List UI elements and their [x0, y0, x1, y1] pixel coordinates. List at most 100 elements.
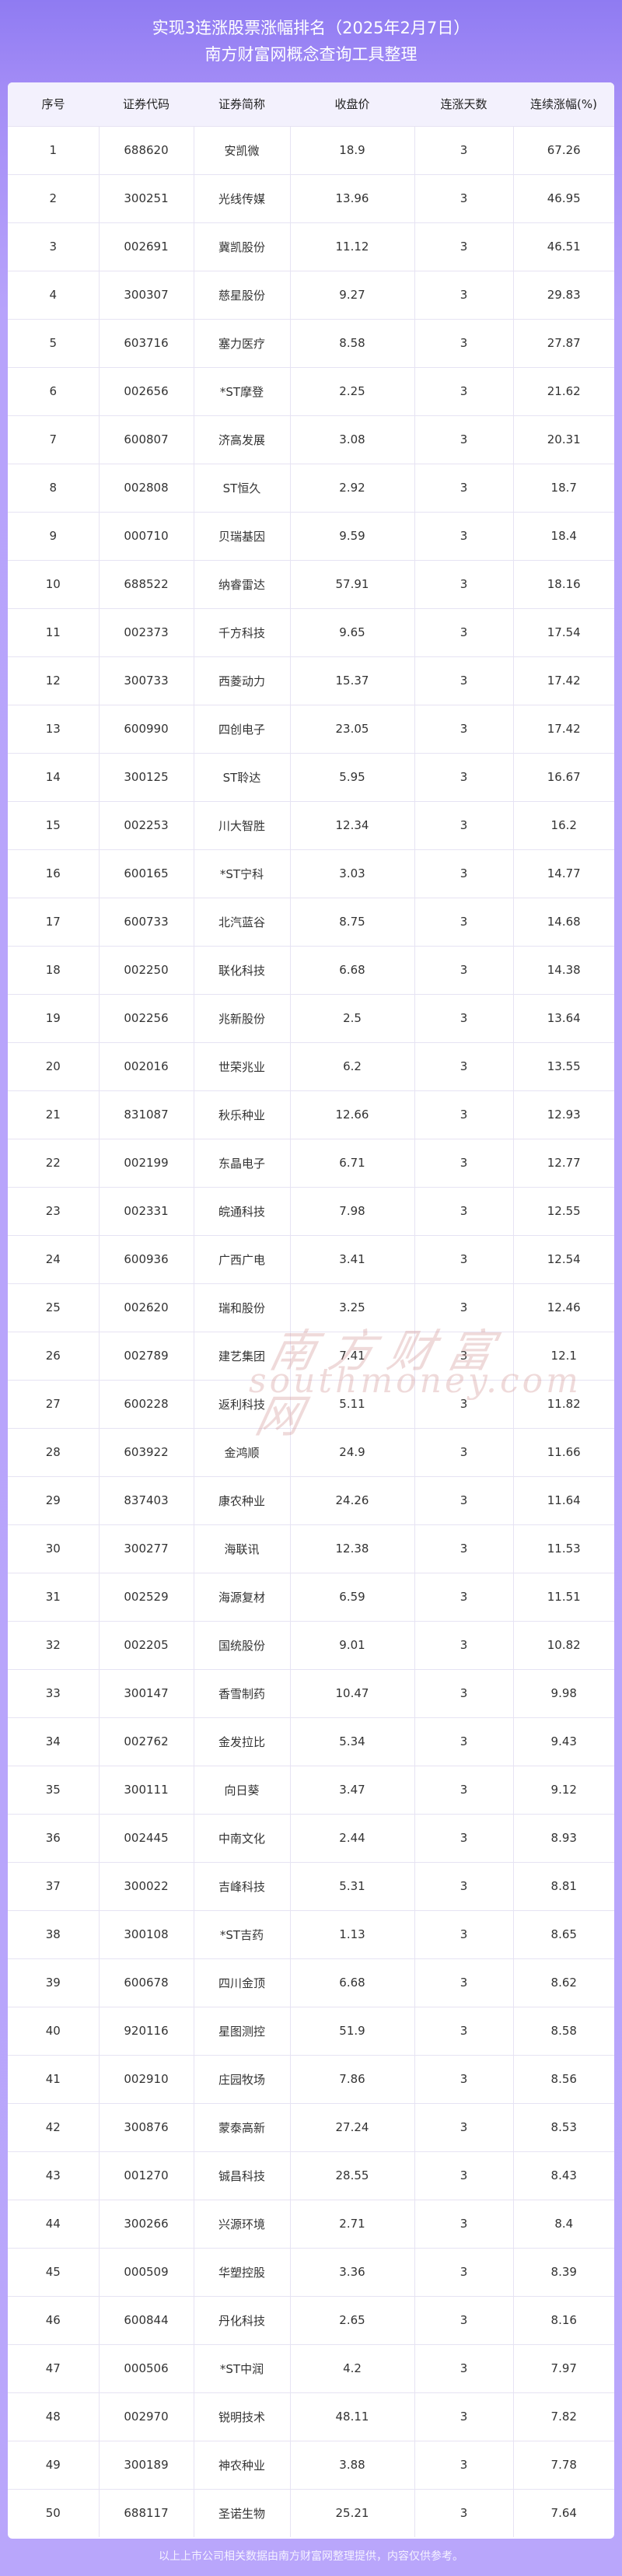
cell-total-gain: 12.54 [512, 1234, 614, 1283]
cell-total-gain: 14.77 [512, 849, 614, 898]
cell-total-gain: 7.64 [512, 2488, 614, 2537]
cell-rise-days: 3 [414, 1668, 513, 1717]
table-row: 12 300733 西菱动力 15.37 3 17.42 [8, 656, 614, 705]
table-row: 5 603716 塞力医疗 8.58 3 27.87 [8, 318, 614, 367]
cell-rise-days: 3 [414, 704, 513, 753]
cell-rise-days: 3 [414, 2151, 513, 2200]
cell-rank: 2 [8, 173, 99, 222]
cell-rank: 40 [8, 2006, 99, 2055]
cell-name: 四创电子 [193, 704, 290, 753]
cell-close-price: 12.66 [289, 1090, 414, 1139]
cell-rise-days: 3 [414, 1331, 513, 1380]
cell-name: 西菱动力 [193, 656, 290, 705]
cell-close-price: 6.71 [289, 1138, 414, 1187]
cell-name: 兴源环境 [193, 2199, 290, 2248]
cell-code: 002656 [98, 366, 194, 415]
cell-rise-days: 3 [414, 2440, 513, 2489]
cell-code: 600936 [98, 1234, 194, 1283]
table-row: 30 300277 海联讯 12.38 3 11.53 [8, 1524, 614, 1573]
cell-rank: 9 [8, 511, 99, 560]
cell-code: 300147 [98, 1668, 194, 1717]
cell-name: ST聆达 [193, 752, 290, 801]
cell-total-gain: 12.93 [512, 1090, 614, 1139]
cell-total-gain: 8.4 [512, 2199, 614, 2248]
cell-total-gain: 8.65 [512, 1909, 614, 1958]
cell-close-price: 12.38 [289, 1524, 414, 1573]
cell-rank: 20 [8, 1041, 99, 1090]
cell-name: 返利科技 [193, 1379, 290, 1428]
column-header-rank: 序号 [41, 97, 65, 112]
page-title: 实现3连涨股票涨幅排名（2025年2月7日） [152, 19, 470, 37]
cell-total-gain: 9.12 [512, 1765, 614, 1814]
cell-close-price: 7.86 [289, 2054, 414, 2103]
cell-close-price: 6.59 [289, 1572, 414, 1621]
cell-name: 香雪制药 [193, 1668, 290, 1717]
cell-total-gain: 8.62 [512, 1958, 614, 2007]
cell-total-gain: 17.54 [512, 607, 614, 656]
cell-code: 001270 [98, 2151, 194, 2200]
cell-rank: 11 [8, 607, 99, 656]
table-row: 39 600678 四川金顶 6.68 3 8.62 [8, 1958, 614, 2007]
cell-code: 002691 [98, 222, 194, 271]
column-header-code: 证券代码 [122, 97, 169, 112]
table-row: 4 300307 慈星股份 9.27 3 29.83 [8, 270, 614, 319]
cell-code: 000509 [98, 2247, 194, 2296]
table-row: 36 002445 中南文化 2.44 3 8.93 [8, 1813, 614, 1862]
cell-code: 600165 [98, 849, 194, 898]
cell-total-gain: 27.87 [512, 318, 614, 367]
cell-code: 688522 [98, 559, 194, 608]
cell-rank: 35 [8, 1765, 99, 1814]
cell-code: 300277 [98, 1524, 194, 1573]
cell-rise-days: 3 [414, 1813, 513, 1862]
cell-total-gain: 46.51 [512, 222, 614, 271]
cell-close-price: 4.2 [289, 2343, 414, 2392]
cell-total-gain: 67.26 [512, 125, 614, 174]
cell-code: 002970 [98, 2392, 194, 2441]
cell-close-price: 24.9 [289, 1427, 414, 1476]
cell-close-price: 3.03 [289, 849, 414, 898]
cell-close-price: 8.58 [289, 318, 414, 367]
cell-name: 济高发展 [193, 415, 290, 464]
table-header-row: 序号 证券代码 证券简称 收盘价 连涨天数 连续涨幅(%) [8, 82, 614, 126]
cell-rank: 19 [8, 993, 99, 1042]
cell-name: 国统股份 [193, 1620, 290, 1669]
column-header-rise-days: 连涨天数 [440, 97, 487, 112]
cell-rank: 28 [8, 1427, 99, 1476]
table-row: 25 002620 瑞和股份 3.25 3 12.46 [8, 1283, 614, 1332]
cell-rank: 5 [8, 318, 99, 367]
cell-code: 300251 [98, 173, 194, 222]
cell-code: 300125 [98, 752, 194, 801]
page-header: 实现3连涨股票涨幅排名（2025年2月7日） 南方财富网概念查询工具整理 [0, 0, 622, 78]
cell-code: 920116 [98, 2006, 194, 2055]
cell-close-price: 27.24 [289, 2102, 414, 2151]
cell-close-price: 8.75 [289, 897, 414, 946]
cell-rank: 41 [8, 2054, 99, 2103]
cell-code: 002445 [98, 1813, 194, 1862]
cell-total-gain: 12.46 [512, 1283, 614, 1332]
cell-close-price: 24.26 [289, 1475, 414, 1524]
cell-rank: 3 [8, 222, 99, 271]
cell-total-gain: 7.82 [512, 2392, 614, 2441]
table-row: 38 300108 *ST吉药 1.13 3 8.65 [8, 1909, 614, 1958]
cell-name: 蒙泰高新 [193, 2102, 290, 2151]
cell-total-gain: 10.82 [512, 1620, 614, 1669]
cell-total-gain: 7.97 [512, 2343, 614, 2392]
cell-close-price: 2.92 [289, 463, 414, 512]
cell-name: 铖昌科技 [193, 2151, 290, 2200]
cell-rank: 8 [8, 463, 99, 512]
table-row: 45 000509 华塑控股 3.36 3 8.39 [8, 2247, 614, 2296]
cell-rise-days: 3 [414, 1861, 513, 1910]
cell-rise-days: 3 [414, 1524, 513, 1573]
cell-rank: 48 [8, 2392, 99, 2441]
table-row: 40 920116 星图测控 51.9 3 8.58 [8, 2006, 614, 2055]
cell-total-gain: 12.55 [512, 1186, 614, 1235]
cell-close-price: 3.47 [289, 1765, 414, 1814]
cell-code: 300266 [98, 2199, 194, 2248]
cell-rise-days: 3 [414, 2006, 513, 2055]
cell-code: 002789 [98, 1331, 194, 1380]
column-header-close-price: 收盘价 [334, 97, 370, 112]
cell-rise-days: 3 [414, 1717, 513, 1766]
cell-rank: 36 [8, 1813, 99, 1862]
cell-rank: 13 [8, 704, 99, 753]
table-row: 28 603922 金鸿顺 24.9 3 11.66 [8, 1427, 614, 1476]
